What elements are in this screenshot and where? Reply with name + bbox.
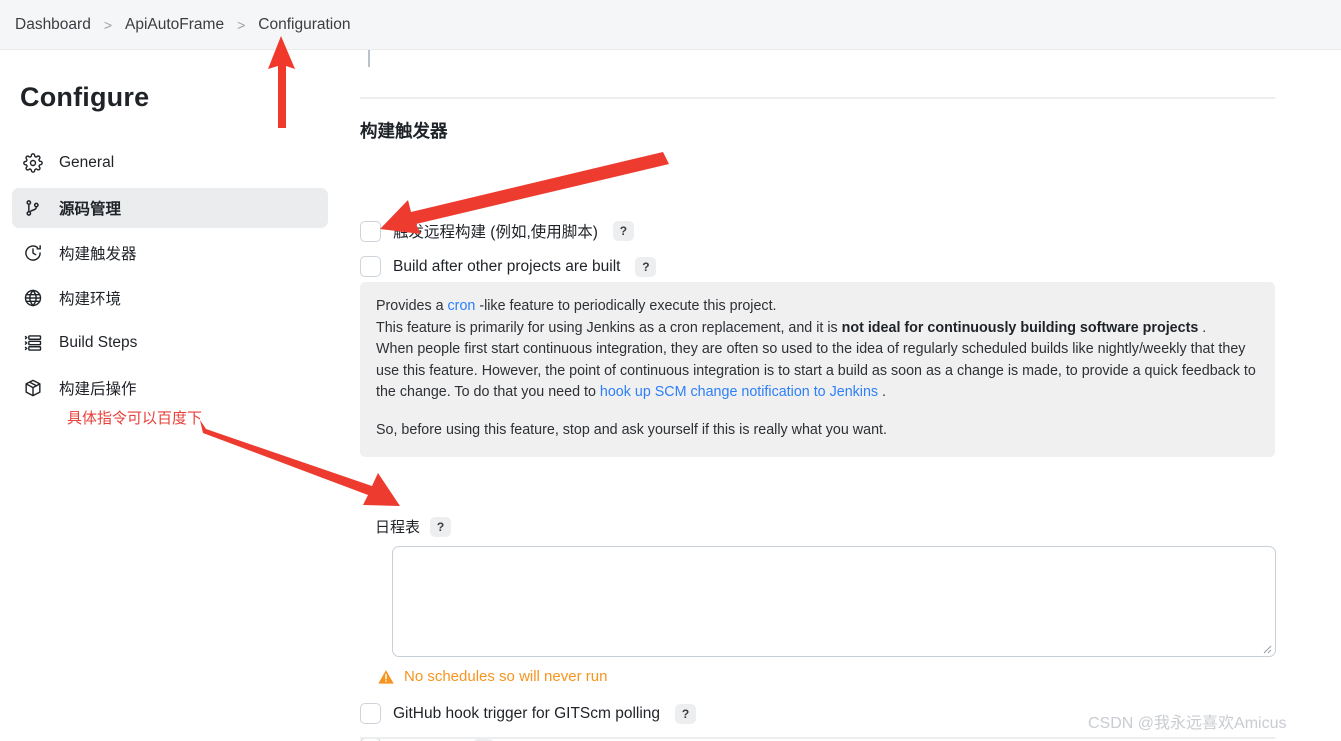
sidebar-item-label: Build Steps (59, 334, 138, 351)
help-icon-trigger-remote-build[interactable]: ? (612, 221, 634, 241)
info-line-1-post: -like feature to periodically execute th… (475, 298, 777, 314)
sidebar-item-build-environment[interactable]: 构建环境 (12, 278, 328, 318)
checkbox-label: GitHub hook trigger for GITScm polling (393, 704, 661, 722)
sidebar-item-label: 构建触发器 (59, 246, 137, 263)
checkbox-github-hook-trigger[interactable] (360, 703, 381, 724)
breadcrumb-separator-2: > (237, 16, 246, 33)
breadcrumb-item-configuration[interactable]: Configuration (251, 14, 357, 36)
globe-icon (22, 287, 44, 309)
sidebar-item-build-steps[interactable]: Build Steps (12, 323, 328, 363)
section-divider-top (360, 97, 1275, 99)
help-icon-github-hook-trigger[interactable]: ? (675, 703, 697, 724)
breadcrumb-item-dashboard[interactable]: Dashboard (8, 14, 98, 36)
checkbox-build-after-other-projects[interactable] (360, 256, 381, 277)
breadcrumb-separator-1: > (103, 16, 113, 33)
breadcrumb-item-apiautoframe[interactable]: ApiAutoFrame (118, 14, 231, 36)
info-line-3-post: . (878, 384, 887, 400)
help-icon-schedule[interactable]: ? (430, 516, 452, 537)
checkbox-row-build-after-other-projects[interactable]: Build after other projects are built ? (360, 256, 657, 277)
page-title: Configure (20, 82, 150, 112)
clock-icon (22, 242, 44, 264)
help-icon-build-after-other-projects[interactable]: ? (635, 256, 657, 277)
warning-triangle-icon (376, 667, 395, 686)
sidebar-item-source-code-management[interactable]: 源码管理 (12, 188, 328, 228)
section-divider-bottom (360, 737, 1275, 739)
sidebar-item-label: 构建环境 (59, 291, 122, 308)
checkbox-row-trigger-remote-build[interactable]: 触发远程构建 (例如,使用脚本) ? (360, 220, 634, 242)
scm-notification-link[interactable]: hook up SCM change notification to Jenki… (600, 384, 878, 400)
warning-text: No schedules so will never run (404, 668, 608, 685)
sidebar-item-label: 构建后操作 (59, 381, 137, 398)
info-panel-build-periodically: Provides a cron -like feature to periodi… (360, 282, 1275, 457)
info-line-2: This feature is primarily for using Jenk… (376, 318, 1259, 340)
jenkins-configure-page: Dashboard > ApiAutoFrame > Configuration… (0, 0, 1341, 741)
schedule-warning: No schedules so will never run (376, 667, 607, 686)
sidebar-item-label: General (59, 154, 115, 171)
info-line-1-pre: Provides a (376, 298, 448, 314)
info-line-1: Provides a cron -like feature to periodi… (376, 296, 1259, 318)
list-steps-icon (22, 332, 44, 354)
info-line-2-pre: This feature is primarily for using Jenk… (376, 319, 842, 336)
checkbox-row-github-hook-trigger[interactable]: GitHub hook trigger for GITScm polling ? (360, 703, 697, 724)
info-line-2-bold: not ideal for continuously building soft… (841, 319, 1199, 336)
sidebar-item-post-build-actions[interactable]: 构建后操作 (12, 368, 328, 408)
schedule-label-row: 日程表 ? (375, 516, 452, 537)
main-content: 构建触发器 触发远程构建 (例如,使用脚本) ? Build after oth… (340, 50, 1341, 741)
section-title-build-triggers: 构建触发器 (360, 121, 448, 141)
package-icon (22, 377, 44, 399)
info-line-4: So, before using this feature, stop and … (376, 421, 887, 438)
sidebar: Configure General 源码管理 构建触发器 构建环境 Build … (0, 50, 340, 741)
checkbox-label: Build after other projects are built (393, 257, 621, 275)
info-line-3: When people first start continuous integ… (376, 339, 1259, 404)
git-branch-icon (22, 197, 44, 219)
gear-icon (22, 152, 44, 174)
cut-off-field-edge (368, 50, 370, 67)
schedule-label: 日程表 (375, 519, 421, 536)
sidebar-item-general[interactable]: General (12, 143, 328, 183)
sidebar-item-build-triggers[interactable]: 构建触发器 (12, 233, 328, 273)
checkbox-trigger-remote-build[interactable] (360, 220, 381, 242)
info-line-2-post: . (1198, 319, 1207, 336)
breadcrumb: Dashboard > ApiAutoFrame > Configuration (0, 0, 1341, 50)
cron-link[interactable]: cron (448, 298, 476, 314)
checkbox-label: 触发远程构建 (例如,使用脚本) (393, 224, 598, 241)
sidebar-item-label: 源码管理 (59, 201, 122, 218)
annotation-text-baidu: 具体指令可以百度下 (67, 410, 203, 427)
schedule-input[interactable] (392, 546, 1276, 657)
watermark: CSDN @我永远喜欢Amicus (1088, 715, 1287, 732)
sidebar-nav: General 源码管理 构建触发器 构建环境 Build Steps 构建后操… (0, 143, 340, 408)
